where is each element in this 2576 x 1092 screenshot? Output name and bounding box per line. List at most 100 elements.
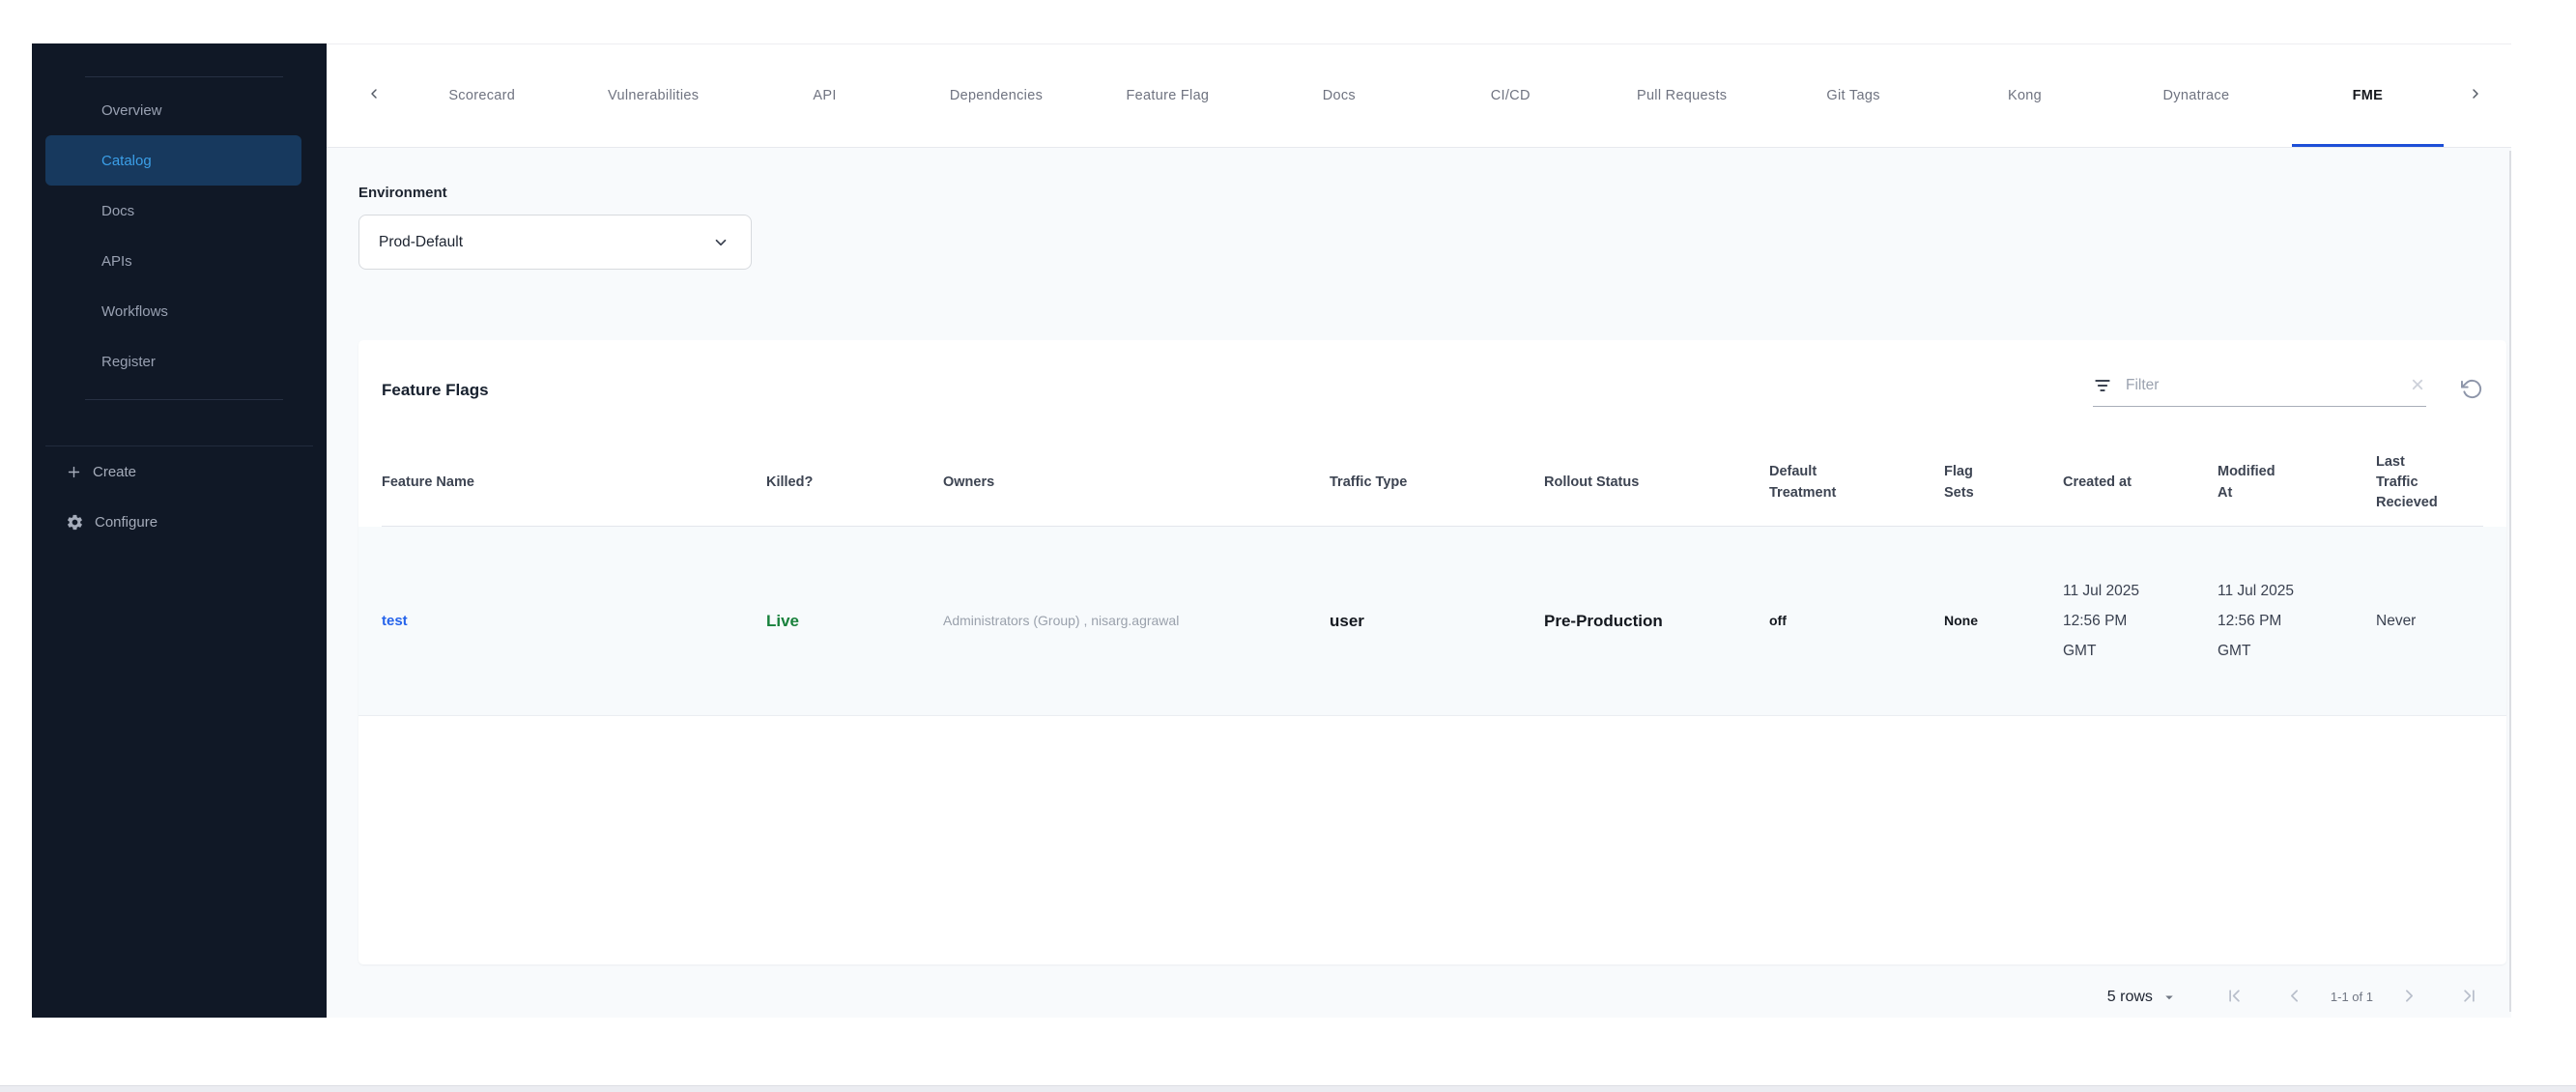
tab-git-tags[interactable]: Git Tags <box>1767 44 1938 147</box>
caret-down-icon <box>2161 989 2178 1006</box>
configure-label: Configure <box>95 513 158 531</box>
tab-label: API <box>813 88 837 103</box>
main-panel: Scorecard Vulnerabilities API Dependenci… <box>327 43 2511 1018</box>
environment-section: Environment Prod-Default <box>358 185 2506 270</box>
feature-name-link[interactable]: test <box>382 613 408 629</box>
last-page-button[interactable] <box>2439 981 2499 1014</box>
rows-per-page-value: 5 rows <box>2106 988 2153 1005</box>
environment-selected-value: Prod-Default <box>379 233 464 250</box>
tab-label: Docs <box>1322 88 1356 103</box>
tab-api[interactable]: API <box>739 44 910 147</box>
card-header: Feature Flags × <box>382 340 2483 440</box>
tab-label: Scorecard <box>448 88 516 103</box>
filter-box: × <box>2093 373 2426 407</box>
scrollbar-track[interactable] <box>2509 151 2511 1012</box>
column-header-traffic-type: Traffic Type <box>1330 474 1408 490</box>
tab-label: CI/CD <box>1490 88 1531 103</box>
tab-kong[interactable]: Kong <box>1939 44 2110 147</box>
created-at-cell: 11 Jul 2025 12:56 PM GMT <box>2063 583 2139 659</box>
app-window: Overview Catalog Docs APIs Workflows Reg… <box>32 43 2511 1018</box>
sidebar-item-label: Register <box>101 353 156 370</box>
table-row: test Live Administrators (Group) , nisar… <box>358 527 2506 716</box>
sidebar-item-label: APIs <box>101 252 132 270</box>
chevron-down-icon <box>712 234 730 251</box>
card-header-actions: × <box>2093 373 2483 407</box>
sidebar-item-register[interactable]: Register <box>32 336 327 387</box>
owners-cell: Administrators (Group) , nisarg.agrawal <box>943 612 1180 628</box>
first-page-icon <box>2224 986 2245 1009</box>
tab-pull-requests[interactable]: Pull Requests <box>1596 44 1767 147</box>
card-title: Feature Flags <box>382 380 489 399</box>
feature-flags-card: Feature Flags × <box>358 340 2506 964</box>
tab-bar: Scorecard Vulnerabilities API Dependenci… <box>327 44 2511 148</box>
feature-name-cell: test <box>382 613 766 630</box>
tab-fme[interactable]: FME <box>2282 44 2453 147</box>
last-traffic-recieved-cell: Never <box>2376 612 2417 629</box>
sidebar-item-workflows[interactable]: Workflows <box>32 286 327 336</box>
traffic-type-cell: user <box>1330 611 1364 630</box>
gear-icon <box>66 513 84 532</box>
environment-label: Environment <box>358 185 447 201</box>
first-page-button[interactable] <box>2205 981 2265 1014</box>
column-header-default-treatment: Default Treatment <box>1769 464 1837 501</box>
chevron-left-icon <box>2284 986 2304 1009</box>
filter-icon <box>2093 376 2112 395</box>
column-header-created-at: Created at <box>2063 474 2132 490</box>
refresh-icon <box>2461 378 2483 403</box>
column-header-feature-name: Feature Name <box>382 474 474 490</box>
tab-docs[interactable]: Docs <box>1253 44 1424 147</box>
killed-status: Live <box>766 611 800 630</box>
tabs-scroll-left-button[interactable] <box>352 44 396 147</box>
clear-filter-icon[interactable]: × <box>2411 373 2426 397</box>
sidebar-item-label: Overview <box>101 101 162 119</box>
chevron-right-icon <box>2468 86 2483 106</box>
killed-cell: Live <box>766 612 943 631</box>
create-label: Create <box>93 463 137 480</box>
table-header-row: Feature Name Killed? Owners Traffic Type… <box>382 440 2483 527</box>
filter-input[interactable] <box>2126 376 2397 394</box>
tab-label: Dependencies <box>949 88 1044 103</box>
sidebar-item-docs[interactable]: Docs <box>32 186 327 236</box>
window-bottom-strip <box>0 1085 2576 1092</box>
column-header-last-traffic-recieved: Last Traffic Recieved <box>2376 453 2438 510</box>
chevron-right-icon <box>2399 986 2419 1009</box>
tab-dependencies[interactable]: Dependencies <box>910 44 1081 147</box>
environment-select[interactable]: Prod-Default <box>358 215 752 270</box>
rows-per-page-select[interactable]: 5 rows <box>2107 989 2178 1006</box>
tab-feature-flag[interactable]: Feature Flag <box>1082 44 1253 147</box>
tab-scorecard[interactable]: Scorecard <box>396 44 567 147</box>
sidebar-item-label: Docs <box>101 202 135 219</box>
column-header-killed: Killed? <box>766 474 814 490</box>
default-treatment-cell: off <box>1769 612 1787 628</box>
pagination-bar: 5 rows 1-1 of 1 <box>358 964 2506 1018</box>
last-page-icon <box>2459 986 2479 1009</box>
prev-page-button[interactable] <box>2265 981 2325 1014</box>
sidebar: Overview Catalog Docs APIs Workflows Reg… <box>32 43 327 1018</box>
sidebar-item-label: Workflows <box>101 302 168 320</box>
reset-button[interactable] <box>2461 378 2483 403</box>
sidebar-create-button[interactable]: Create <box>32 446 327 497</box>
tab-label: Dynatrace <box>2162 88 2230 103</box>
sidebar-item-overview[interactable]: Overview <box>32 85 327 135</box>
flag-sets-cell: None <box>1944 612 1978 628</box>
tab-ci-cd[interactable]: CI/CD <box>1425 44 1596 147</box>
content-area: Environment Prod-Default Feature Flags F… <box>327 148 2511 1018</box>
tab-label: Feature Flag <box>1126 88 1210 103</box>
page-range-label: 1-1 of 1 <box>2330 990 2373 1004</box>
tabs-scroll-right-button[interactable] <box>2453 44 2498 147</box>
tab-vulnerabilities[interactable]: Vulnerabilities <box>567 44 738 147</box>
rollout-status-cell: Pre-Production <box>1544 611 1663 630</box>
column-header-flag-sets: Flag Sets <box>1944 464 1974 501</box>
chevron-left-icon <box>366 86 382 106</box>
sidebar-item-apis[interactable]: APIs <box>32 236 327 286</box>
tab-dynatrace[interactable]: Dynatrace <box>2110 44 2281 147</box>
sidebar-divider-top <box>85 76 283 77</box>
sidebar-configure-button[interactable]: Configure <box>32 497 327 547</box>
tab-label: FME <box>2352 88 2384 103</box>
tab-label: Kong <box>2007 88 2043 103</box>
tab-label: Git Tags <box>1826 88 1880 103</box>
sidebar-item-label: Catalog <box>101 152 152 169</box>
sidebar-divider-short <box>85 399 283 400</box>
sidebar-item-catalog[interactable]: Catalog <box>45 135 301 186</box>
next-page-button[interactable] <box>2379 981 2439 1014</box>
